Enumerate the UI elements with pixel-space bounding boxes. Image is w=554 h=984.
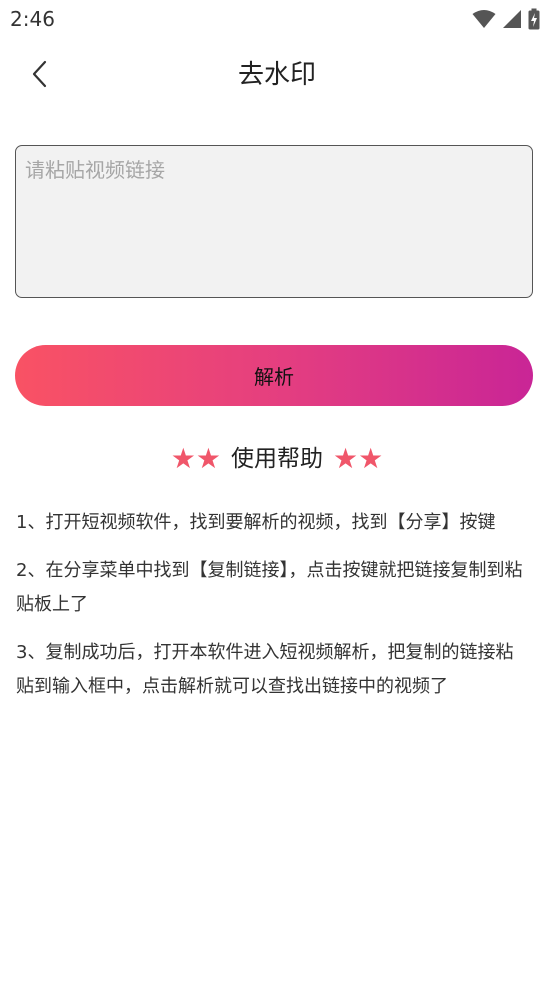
page-title: 去水印 — [237, 60, 316, 90]
status-time: 2:46 — [10, 7, 55, 31]
help-heading: ★★ 使用帮助 ★★ — [0, 440, 554, 478]
star-icon-group-left: ★★ — [170, 442, 221, 475]
help-list: 1、打开短视频软件，找到要解析的视频，找到【分享】按键 2、在分享菜单中找到【复… — [16, 506, 530, 718]
video-link-input[interactable] — [15, 145, 533, 298]
status-bar: 2:46 — [0, 0, 554, 38]
help-step-2: 2、在分享菜单中找到【复制链接】，点击按键就把链接复制到粘贴板上了 — [16, 560, 523, 615]
status-icons — [472, 6, 540, 32]
cell-signal-icon — [502, 9, 522, 29]
parse-button[interactable]: 解析 — [15, 345, 533, 406]
star-icon-group-right: ★★ — [333, 442, 384, 475]
app-header: 去水印 — [0, 46, 554, 106]
wifi-icon — [472, 9, 496, 29]
help-title: 使用帮助 — [231, 446, 323, 472]
help-step-3: 3、复制成功后，打开本软件进入短视频解析，把复制的链接粘贴到输入框中，点击解析就… — [16, 642, 514, 697]
help-step-1: 1、打开短视频软件，找到要解析的视频，找到【分享】按键 — [16, 512, 496, 533]
battery-charging-icon — [528, 8, 540, 30]
